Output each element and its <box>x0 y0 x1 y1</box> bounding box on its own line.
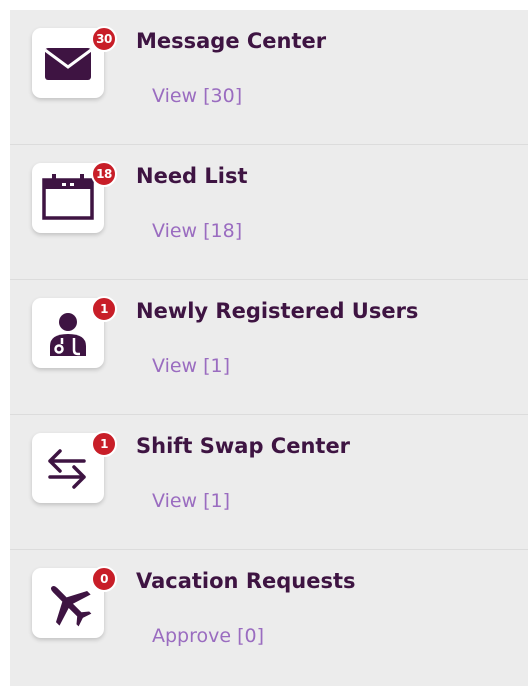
item-title: Newly Registered Users <box>136 299 419 323</box>
count-badge: 0 <box>91 566 117 592</box>
item-title: Shift Swap Center <box>136 434 351 458</box>
view-link[interactable]: View [1] <box>152 490 230 512</box>
list-item-message-center: 30 Message Center View [30] <box>10 10 528 145</box>
count-badge: 1 <box>91 296 117 322</box>
view-link[interactable]: View [30] <box>152 85 242 107</box>
view-link[interactable]: View [1] <box>152 355 230 377</box>
item-title: Message Center <box>136 29 327 53</box>
item-title: Need List <box>136 164 248 188</box>
count-badge: 30 <box>91 26 117 52</box>
count-badge: 18 <box>91 161 117 187</box>
notification-panel: 30 Message Center View [30] 18 Need List… <box>10 10 528 686</box>
approve-link[interactable]: Approve [0] <box>152 625 264 647</box>
count-badge: 1 <box>91 431 117 457</box>
list-item-vacation-requests: 0 Vacation Requests Approve [0] <box>10 550 528 685</box>
item-title: Vacation Requests <box>136 569 356 593</box>
list-item-newly-registered-users: 1 Newly Registered Users View [1] <box>10 280 528 415</box>
view-link[interactable]: View [18] <box>152 220 242 242</box>
list-item-need-list: 18 Need List View [18] <box>10 145 528 280</box>
list-item-shift-swap-center: 1 Shift Swap Center View [1] <box>10 415 528 550</box>
